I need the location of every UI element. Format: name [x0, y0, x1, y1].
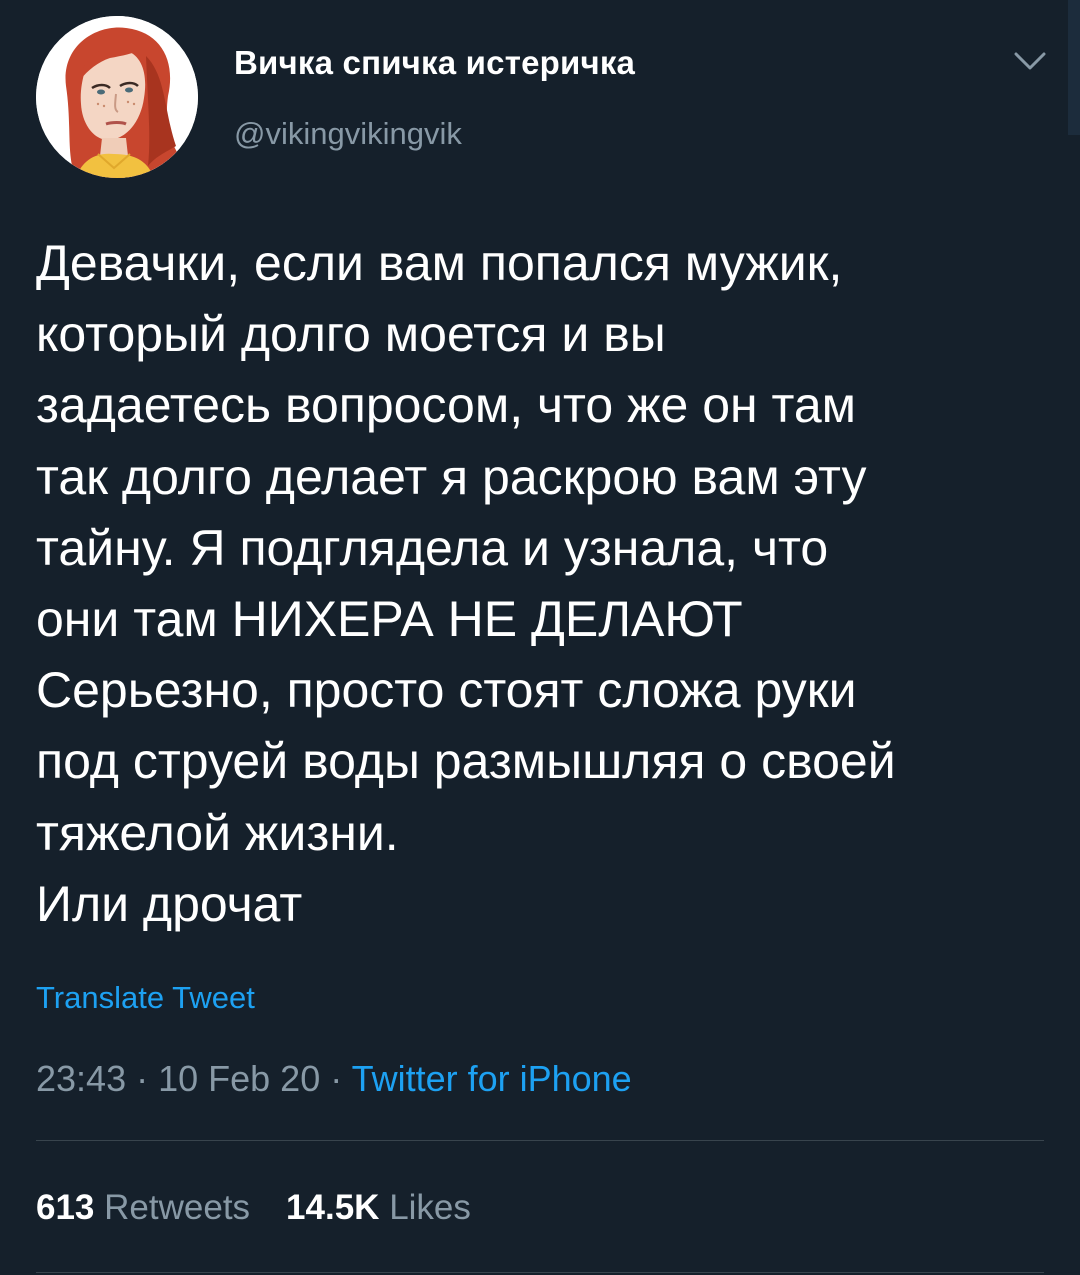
translate-tweet-link[interactable]: Translate Tweet [36, 980, 255, 1016]
user-handle[interactable]: @vikingvikingvik [234, 116, 462, 152]
tweet-source-link[interactable]: Twitter for iPhone [352, 1058, 632, 1099]
divider [36, 1272, 1044, 1273]
display-name[interactable]: Вичка спичка истеричка [234, 44, 635, 82]
divider [36, 1140, 1044, 1141]
tweet-date: 10 Feb 20 [158, 1058, 321, 1099]
retweets-count: 613 [36, 1188, 95, 1227]
avatar-illustration-icon [36, 16, 198, 178]
tweet-detail: Вичка спичка истеричка @vikingvikingvik … [0, 0, 1080, 1275]
chevron-down-icon[interactable] [1010, 48, 1050, 74]
retweets-label: Retweets [104, 1188, 251, 1227]
tweet-meta: 23:43 · 10 Feb 20 · Twitter for iPhone [36, 1058, 632, 1100]
likes-stat[interactable]: 14.5K Likes [286, 1188, 471, 1227]
retweets-stat[interactable]: 613 Retweets [36, 1188, 250, 1227]
avatar[interactable] [36, 16, 198, 178]
meta-separator: · [320, 1058, 352, 1099]
tweet-time: 23:43 [36, 1058, 127, 1099]
scrollbar[interactable] [1068, 0, 1080, 135]
meta-separator: · [126, 1058, 159, 1099]
likes-label: Likes [389, 1188, 471, 1227]
tweet-stats: 613 Retweets 14.5K Likes [36, 1188, 471, 1228]
tweet-text: Девачки, если вам попался мужик, который… [36, 235, 896, 932]
likes-count: 14.5K [286, 1188, 380, 1227]
